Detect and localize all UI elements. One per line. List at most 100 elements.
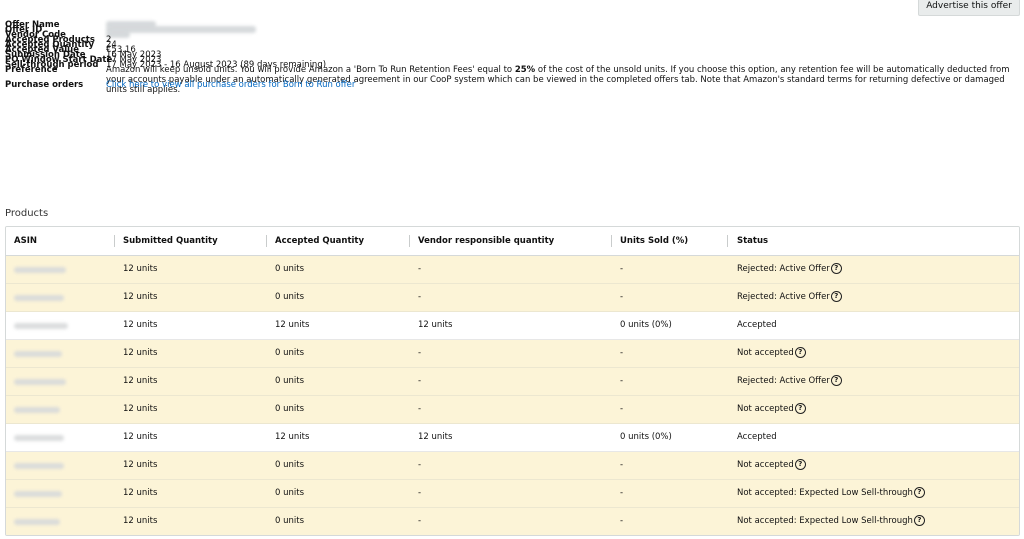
- submitted-quantity-cell: 12 units: [123, 292, 158, 302]
- status-text: Accepted: [737, 432, 777, 442]
- column-divider: [611, 235, 612, 247]
- accepted-quantity-cell: 0 units: [275, 292, 305, 302]
- units-sold-cell: -: [620, 404, 624, 414]
- help-circle-icon[interactable]: ?: [830, 291, 842, 302]
- vendor-responsible-cell: -: [418, 516, 422, 526]
- submitted-quantity-cell: 12 units: [123, 516, 158, 526]
- table-row: 12 units 0 units - - Rejected: Active Offer?: [6, 256, 1019, 284]
- status-cell: Not accepted?: [737, 340, 806, 367]
- submitted-quantity-cell: 12 units: [123, 264, 158, 274]
- products-heading: Products: [5, 208, 49, 219]
- units-sold-cell: -: [620, 516, 624, 526]
- submitted-quantity-cell: 12 units: [123, 432, 158, 442]
- submitted-quantity-cell: 12 units: [123, 320, 158, 330]
- accepted-quantity-cell: 0 units: [275, 516, 305, 526]
- status-cell: Rejected: Active Offer?: [737, 368, 842, 395]
- asin-value-redacted: [14, 519, 60, 525]
- status-cell: Not accepted?: [737, 452, 806, 479]
- asin-value-redacted: [14, 267, 66, 273]
- submitted-quantity-cell: 12 units: [123, 404, 158, 414]
- table-row: 12 units 12 units 12 units 0 units (0%) Acce…: [6, 424, 1019, 452]
- col-vendor-responsible[interactable]: Vendor responsible quantity: [418, 227, 554, 255]
- preference-label: Preference: [5, 65, 58, 75]
- status-text: Accepted: [737, 320, 777, 330]
- products-table: ASIN Submitted Quantity Accepted Quantit…: [5, 226, 1020, 536]
- status-cell: Rejected: Active Offer?: [737, 256, 842, 283]
- help-circle-icon[interactable]: ?: [913, 487, 925, 498]
- col-units-sold[interactable]: Units Sold (%): [620, 227, 688, 255]
- accepted-quantity-cell: 0 units: [275, 376, 305, 386]
- table-row: 12 units 0 units - - Rejected: Active Offer?: [6, 284, 1019, 312]
- units-sold-cell: -: [620, 460, 624, 470]
- vendor-responsible-cell: 12 units: [418, 432, 453, 442]
- status-text: Rejected: Active Offer: [737, 292, 830, 302]
- help-circle-icon[interactable]: ?: [794, 347, 806, 358]
- status-text: Rejected: Active Offer: [737, 264, 830, 274]
- vendor-responsible-cell: -: [418, 376, 422, 386]
- vendor-responsible-cell: -: [418, 488, 422, 498]
- table-row: 12 units 12 units 12 units 0 units (0%) Acce…: [6, 312, 1019, 340]
- help-circle-icon[interactable]: ?: [830, 263, 842, 274]
- column-divider: [114, 235, 115, 247]
- units-sold-cell: -: [620, 292, 624, 302]
- units-sold-cell: 0 units (0%): [620, 432, 672, 442]
- accepted-quantity-cell: 0 units: [275, 404, 305, 414]
- table-row: 12 units 0 units - - Not accepted: Expected …: [6, 480, 1019, 508]
- status-cell: Accepted: [737, 424, 777, 451]
- help-circle-icon[interactable]: ?: [794, 459, 806, 470]
- asin-value-redacted: [14, 407, 60, 413]
- status-text: Not accepted: [737, 348, 794, 358]
- vendor-responsible-cell: -: [418, 460, 422, 470]
- table-row: 12 units 0 units - - Not accepted?: [6, 340, 1019, 368]
- column-divider: [409, 235, 410, 247]
- table-row: 12 units 0 units - - Rejected: Active Offer?: [6, 368, 1019, 396]
- col-asin[interactable]: ASIN: [14, 227, 37, 255]
- status-text: Not accepted: [737, 404, 794, 414]
- asin-value-redacted: [14, 323, 68, 329]
- help-circle-icon[interactable]: ?: [913, 515, 925, 526]
- submitted-quantity-cell: 12 units: [123, 460, 158, 470]
- table-row: 12 units 0 units - - Not accepted?: [6, 452, 1019, 480]
- column-divider: [266, 235, 267, 247]
- accepted-quantity-cell: 12 units: [275, 320, 310, 330]
- vendor-responsible-cell: -: [418, 404, 422, 414]
- asin-value-redacted: [14, 351, 62, 357]
- table-row: 12 units 0 units - - Not accepted: Expected …: [6, 508, 1019, 535]
- table-row: 12 units 0 units - - Not accepted?: [6, 396, 1019, 424]
- accepted-quantity-cell: 0 units: [275, 264, 305, 274]
- purchase-orders-label: Purchase orders: [5, 80, 84, 90]
- submitted-quantity-cell: 12 units: [123, 376, 158, 386]
- preference-text-part: Amazon will keep unsold units. You will …: [106, 65, 515, 75]
- status-cell: Not accepted: Expected Low Sell-through?: [737, 480, 925, 507]
- asin-value-redacted: [14, 463, 64, 469]
- accepted-quantity-cell: 0 units: [275, 348, 305, 358]
- asin-value-redacted: [14, 491, 62, 497]
- help-circle-icon[interactable]: ?: [830, 375, 842, 386]
- col-status[interactable]: Status: [737, 227, 768, 255]
- status-cell: Rejected: Active Offer?: [737, 284, 842, 311]
- status-text: Not accepted: Expected Low Sell-through: [737, 488, 913, 498]
- purchase-orders-value: Click here to view all purchase orders f…: [106, 80, 355, 90]
- vendor-responsible-cell: 12 units: [418, 320, 453, 330]
- vendor-responsible-cell: -: [418, 264, 422, 274]
- table-body: 12 units 0 units - - Rejected: Active Offer?…: [6, 256, 1019, 535]
- asin-value-redacted: [14, 435, 64, 441]
- preference-percent: 25%: [514, 65, 536, 75]
- units-sold-cell: -: [620, 376, 624, 386]
- status-cell: Not accepted?: [737, 396, 806, 423]
- accepted-quantity-cell: 12 units: [275, 432, 310, 442]
- purchase-orders-link[interactable]: Click here to view all purchase orders f…: [106, 80, 355, 90]
- col-accepted[interactable]: Accepted Quantity: [275, 227, 364, 255]
- help-circle-icon[interactable]: ?: [794, 403, 806, 414]
- col-submitted[interactable]: Submitted Quantity: [123, 227, 218, 255]
- asin-value-redacted: [14, 379, 66, 385]
- status-text: Rejected: Active Offer: [737, 376, 830, 386]
- status-cell: Not accepted: Expected Low Sell-through?: [737, 508, 925, 535]
- column-divider: [727, 235, 728, 247]
- advertise-offer-button[interactable]: Advertise this offer: [918, 0, 1020, 16]
- vendor-responsible-cell: -: [418, 348, 422, 358]
- status-text: Not accepted: [737, 460, 794, 470]
- units-sold-cell: -: [620, 488, 624, 498]
- status-text: Not accepted: Expected Low Sell-through: [737, 516, 913, 526]
- accepted-quantity-cell: 0 units: [275, 488, 305, 498]
